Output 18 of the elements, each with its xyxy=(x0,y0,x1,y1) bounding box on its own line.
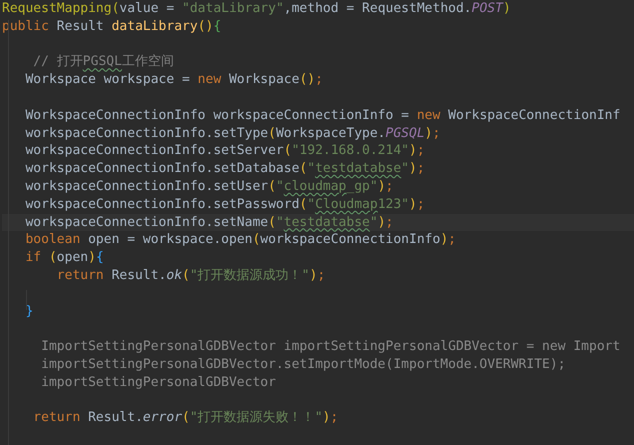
code-line: return Result.error("打开数据源失败！！"); xyxy=(32,409,340,428)
code-line: importSettingPersonalGDBVector.setImportMode(ImportMode.OVERWRITE); xyxy=(40,356,567,374)
code-line: } xyxy=(24,302,34,320)
code-line: WorkspaceConnectionInfo workspaceConnectionInfo = new WorkspaceConnectionInf xyxy=(24,106,622,125)
code-line: return Result.ok("打开数据源成功！"); xyxy=(56,266,326,285)
code-line: workspaceConnectionInfo.setUser("cloudmap_gp"); xyxy=(24,178,394,196)
code-line: ImportSettingPersonalGDBVector importSettingPersonalGDBVector = new Import xyxy=(40,338,622,356)
code-line: workspaceConnectionInfo.setPassword("Cloudmap123"); xyxy=(24,196,426,214)
code-line: workspaceConnectionInfo.setDatabase("testdatabse"); xyxy=(24,160,426,178)
code-line: RequestMapping(value = "dataLibrary",method = RequestMethod.POST) xyxy=(2,0,512,18)
code-line: // 打开PGSQL工作空间 xyxy=(32,53,175,72)
code-line: if (open){ xyxy=(24,249,105,267)
code-line: Workspace workspace = new Workspace(); xyxy=(24,71,324,89)
code-line: workspaceConnectionInfo.setServer("192.168.0.214"); xyxy=(24,142,426,160)
code-line: boolean open = workspace.open(workspaceConnectionInfo); xyxy=(24,231,457,250)
code-line: importSettingPersonalGDBVector xyxy=(40,374,277,392)
code-line: workspaceConnectionInfo.setType(WorkspaceType.PGSQL); xyxy=(24,124,442,142)
code-line: public Result dataLibrary(){ xyxy=(2,18,222,36)
